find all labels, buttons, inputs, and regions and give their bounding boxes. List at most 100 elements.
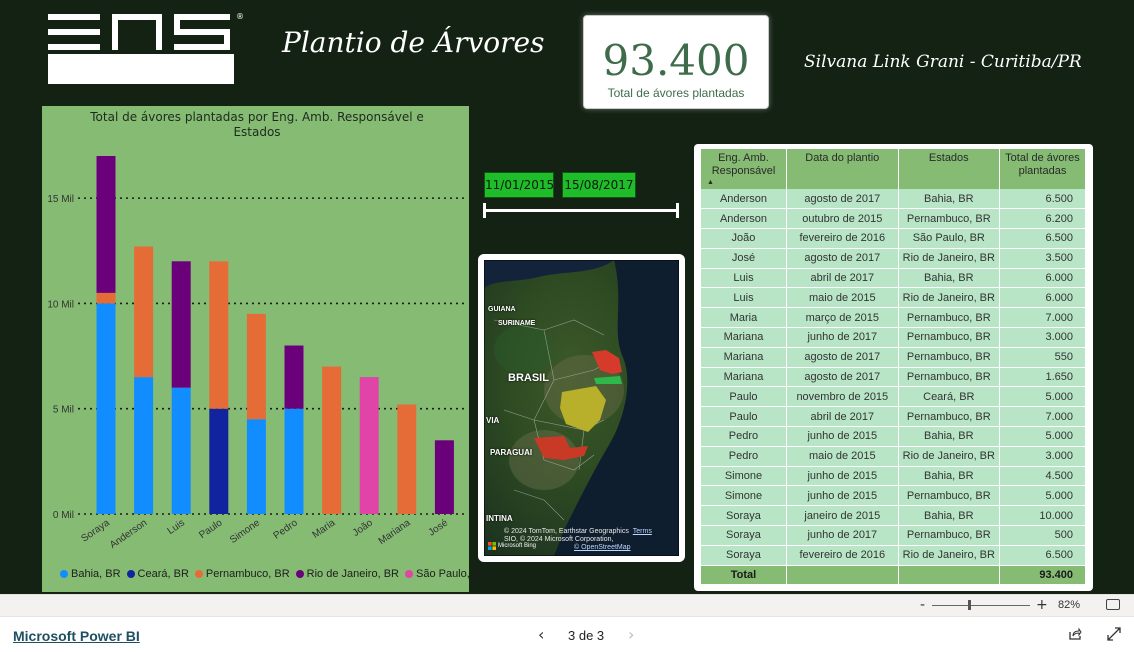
map-visual[interactable]: GUIANA SURINAME BRASIL VIA PARAGUAI INTI…: [478, 254, 685, 562]
bar-segment[interactable]: [171, 261, 191, 388]
table-row[interactable]: Mariana agosto de 2017 Pernambuco, BR 550: [701, 347, 1087, 368]
column-header-date[interactable]: Data do plantio: [786, 149, 899, 189]
table-row[interactable]: José agosto de 2017 Rio de Janeiro, BR 3.50…: [701, 248, 1087, 269]
legend-item[interactable]: Pernambuco, BR: [194, 568, 290, 580]
date-start-input[interactable]: 11/01/2015: [484, 172, 554, 198]
bar-segment[interactable]: [134, 246, 154, 378]
data-table-visual[interactable]: Eng. Amb. Responsável ▲ Data do plantio …: [694, 144, 1093, 591]
power-bi-link[interactable]: Microsoft Power BI: [13, 628, 140, 644]
column-header-engineer[interactable]: Eng. Amb. Responsável ▲: [701, 149, 787, 189]
bar-segment[interactable]: [171, 387, 191, 514]
cell-total: 500: [999, 525, 1087, 546]
column-header-total[interactable]: Total de ávores plantadas: [999, 149, 1087, 189]
fit-to-page-icon[interactable]: [1106, 599, 1120, 610]
cell-date: maio de 2015: [786, 287, 899, 309]
table-row[interactable]: Anderson outubro de 2015 Pernambuco, BR 6.2…: [701, 208, 1087, 230]
table-row[interactable]: Soraya fevereiro de 2016 Rio de Janeiro, B…: [701, 545, 1087, 566]
table-row[interactable]: Mariana agosto de 2017 Pernambuco, BR 1.650: [701, 367, 1087, 388]
cell-engineer: Pedro: [701, 446, 787, 467]
table-row[interactable]: João fevereiro de 2016 São Paulo, BR 6.500: [701, 228, 1087, 249]
date-end-input[interactable]: 15/08/2017: [562, 172, 636, 198]
x-tick-label: Pedro: [272, 517, 301, 542]
cell-state: Bahia, BR: [898, 426, 1000, 447]
bar-segment[interactable]: [434, 440, 454, 514]
bar-segment[interactable]: [246, 313, 266, 420]
table-row[interactable]: Paulo novembro de 2015 Ceará, BR 5.000: [701, 386, 1087, 408]
cell-state: Pernambuco, BR: [898, 406, 1000, 428]
table-row[interactable]: Soraya junho de 2017 Pernambuco, BR 500: [701, 525, 1087, 546]
stacked-bar-chart[interactable]: 0 Mil 5 Mil 10 Mil 15 Mil Soraya Anderson Luis…: [42, 106, 488, 592]
kpi-card[interactable]: 93.400 Total de ávores plantadas: [583, 15, 769, 109]
map-terms-link[interactable]: Terms: [633, 528, 652, 535]
table-row[interactable]: Simone junho de 2015 Pernambuco, BR 5.000: [701, 485, 1087, 507]
bar-segment[interactable]: [284, 345, 304, 409]
report-canvas: ® Plantio de Árvores 93.400 Total de ávo…: [0, 0, 1134, 594]
total-value: 93.400: [999, 565, 1087, 585]
zoom-slider-track[interactable]: [932, 605, 1030, 606]
bar-segment[interactable]: [134, 377, 154, 514]
bar-segment[interactable]: [397, 404, 417, 514]
column-header-state[interactable]: Estados: [898, 149, 1000, 189]
cell-total: 5.000: [999, 485, 1087, 507]
fullscreen-icon[interactable]: [1107, 627, 1121, 641]
legend-item[interactable]: Ceará, BR: [126, 568, 189, 580]
cell-date: abril de 2017: [786, 268, 899, 289]
bar-segment[interactable]: [96, 292, 116, 304]
table-total-row: Total 93.400: [701, 565, 1087, 585]
cell-state: Ceará, BR: [898, 386, 1000, 408]
table-row[interactable]: Luis maio de 2015 Rio de Janeiro, BR 6.000: [701, 287, 1087, 309]
share-icon[interactable]: [1068, 627, 1082, 641]
zoom-in-button[interactable]: +: [1036, 597, 1048, 613]
table-row[interactable]: Mariana junho de 2017 Pernambuco, BR 3.000: [701, 327, 1087, 348]
table-row[interactable]: Anderson agosto de 2017 Bahia, BR 6.500: [701, 189, 1087, 210]
legend-item[interactable]: Rio de Janeiro, BR: [295, 568, 399, 580]
cell-engineer: Simone: [701, 466, 787, 487]
cell-total: 6.000: [999, 268, 1087, 289]
legend-dot-icon: [126, 570, 135, 578]
cell-engineer: Anderson: [701, 208, 787, 230]
bar-segment[interactable]: [246, 419, 266, 514]
cell-date: agosto de 2017: [786, 367, 899, 388]
legend-dot-icon: [194, 570, 203, 578]
next-page-button[interactable]: ›: [628, 625, 634, 644]
legend-item[interactable]: São Paulo, BR: [404, 568, 488, 580]
cell-total: 3.000: [999, 446, 1087, 467]
map-osm-link[interactable]: © OpenStreetMap: [574, 544, 631, 551]
sort-ascending-icon[interactable]: ▲: [703, 179, 784, 186]
zoom-slider-thumb[interactable]: [968, 600, 971, 610]
date-slider-end-handle[interactable]: [676, 203, 679, 218]
table-row[interactable]: Maria março de 2015 Pernambuco, BR 7.000: [701, 307, 1087, 329]
ens-logo: [48, 14, 234, 84]
table-row[interactable]: Luis abril de 2017 Bahia, BR 6.000: [701, 268, 1087, 289]
zoom-percent: 82%: [1058, 599, 1081, 611]
table-row[interactable]: Simone junho de 2015 Bahia, BR 4.500: [701, 466, 1087, 487]
previous-page-button[interactable]: ‹: [538, 625, 544, 644]
date-slider-track[interactable]: [485, 209, 678, 212]
legend-item[interactable]: Bahia, BR: [60, 568, 121, 580]
table-row[interactable]: Soraya janeiro de 2015 Bahia, BR 10.000: [701, 505, 1087, 527]
cell-state: Pernambuco, BR: [898, 307, 1000, 329]
bar-segment[interactable]: [96, 303, 116, 514]
zoom-out-button[interactable]: -: [920, 597, 925, 613]
column-header-engineer-label: Eng. Amb. Responsável: [711, 152, 776, 177]
cell-total: 10.000: [999, 505, 1087, 527]
table-row[interactable]: Pedro maio de 2015 Rio de Janeiro, BR 3.000: [701, 446, 1087, 467]
map-label-suriname: SURINAME: [498, 320, 536, 327]
chart-legend[interactable]: Bahia, BR Ceará, BR Pernambuco, BR Rio de J…: [60, 568, 488, 580]
page-indicator: 3 de 3: [568, 628, 605, 643]
bar-segment[interactable]: [359, 377, 379, 514]
table-row[interactable]: Paulo abril de 2017 Pernambuco, BR 7.000: [701, 406, 1087, 428]
table-row[interactable]: Pedro junho de 2015 Bahia, BR 5.000: [701, 426, 1087, 447]
bar-segment[interactable]: [322, 366, 342, 514]
date-slider-start-handle[interactable]: [483, 203, 486, 218]
cell-state: Pernambuco, BR: [898, 367, 1000, 388]
bar-segment[interactable]: [284, 408, 304, 514]
bar-segment[interactable]: [96, 156, 116, 293]
map-area[interactable]: GUIANA SURINAME BRASIL VIA PARAGUAI INTI…: [484, 260, 679, 556]
map-credit-line1: © 2024 TomTom, Earthstar Geographics: [504, 528, 629, 535]
map-label-brasil: BRASIL: [508, 372, 549, 384]
bar-segment[interactable]: [209, 261, 229, 409]
cell-state: Bahia, BR: [898, 189, 1000, 210]
logo-mark-icon: [48, 14, 230, 50]
bar-segment[interactable]: [209, 408, 229, 514]
